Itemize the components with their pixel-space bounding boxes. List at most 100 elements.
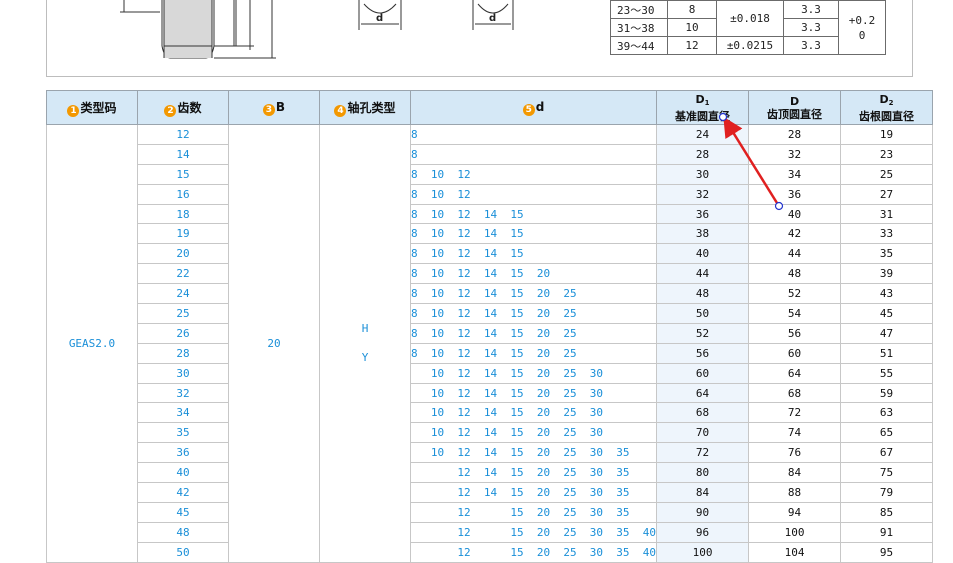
tol-cell: ±0.0215 [716, 36, 784, 55]
shaft-d-cell: 8 10 12 14 15 20 25 [409, 283, 658, 305]
table-row: 15 8 10 12 30 34 25 [47, 163, 934, 185]
reference-diameter-cell: 64 [656, 382, 750, 404]
root-diameter-cell: 91 [840, 521, 934, 543]
table-row: 34 10 12 14 15 20 25 30 68 72 63 [47, 402, 934, 424]
count-cell: 12 [667, 36, 717, 55]
reference-diameter-cell: 84 [656, 482, 750, 503]
reference-diameter-cell: 32 [656, 183, 750, 205]
tolerance-table: 23～30 8 ±0.018 3.3 +0.2 0 31～38 10 3.3 39… [610, 0, 886, 55]
tip-diameter-cell: 36 [748, 183, 842, 205]
teeth-cell: 32 [137, 382, 229, 404]
tip-diameter-cell: 104 [748, 541, 842, 563]
root-diameter-cell: 85 [840, 501, 934, 523]
shaft-d-cell: 10 12 14 15 20 25 30 35 [409, 442, 658, 464]
header-hole-type: 4 轴孔类型 [319, 90, 411, 125]
teeth-cell: 40 [137, 462, 229, 484]
teeth-cell: 16 [137, 183, 229, 205]
range-cell: 39～44 [610, 36, 668, 55]
root-diameter-cell: 33 [840, 223, 934, 245]
teeth-cell: 14 [137, 143, 229, 165]
root-diameter-cell: 63 [840, 402, 934, 424]
table-row: 35 10 12 14 15 20 25 30 70 74 65 [47, 422, 934, 444]
reference-diameter-cell: 72 [656, 442, 750, 464]
badge-1: 1 [67, 104, 80, 117]
reference-diameter-cell: 52 [656, 322, 750, 344]
table-row: 50 12 15 20 25 30 35 40 100 104 95 [47, 541, 934, 563]
tip-diameter-cell: 64 [748, 362, 842, 384]
table-row: 30 10 12 14 15 20 25 30 60 64 55 [47, 362, 934, 384]
table-row: 22 8 10 12 14 15 20 44 48 39 [47, 263, 934, 285]
badge-4: 4 [334, 104, 347, 117]
root-diameter-cell: 59 [840, 382, 934, 404]
teeth-cell: 35 [137, 422, 229, 444]
teeth-cell: 30 [137, 362, 229, 384]
teeth-cell: 42 [137, 482, 229, 503]
teeth-cell: 50 [137, 541, 229, 563]
hole-type-h: H [361, 322, 369, 336]
reference-diameter-cell: 56 [656, 342, 750, 364]
badge-3: 3 [262, 103, 275, 116]
reference-diameter-cell: 90 [656, 501, 750, 523]
root-diameter-cell: 27 [840, 183, 934, 205]
table-body: GEAS2.0 12 20 H Y 8 24 28 19 14 8 28 32 23 15 8 10 12 30… [46, 124, 934, 563]
table-row: 25 8 10 12 14 15 20 25 50 54 45 [47, 303, 934, 324]
root-diameter-cell: 55 [840, 362, 934, 384]
gear-spec-table: 1 类型码 2 齿数 3B 4 轴孔类型 5d D1 基准圆直径 D 齿顶圆直径 D2 齿根… [46, 90, 934, 563]
shaft-d-cell: 8 10 12 [409, 163, 658, 185]
shaft-d-cell: 8 10 12 14 15 [409, 243, 658, 265]
shaft-d-cell: 12 14 15 20 25 30 35 [409, 482, 658, 503]
tip-diameter-cell: 74 [748, 422, 842, 444]
reference-diameter-cell: 70 [656, 422, 750, 444]
reference-diameter-cell: 24 [656, 124, 750, 145]
table-row: GEAS2.0 12 20 H Y 8 24 28 19 [46, 124, 934, 563]
root-diameter-cell: 95 [840, 541, 934, 563]
reference-diameter-cell: 36 [656, 203, 750, 225]
tolerance-row: 23～30 8 ±0.018 3.3 +0.2 0 [610, 0, 886, 55]
shaft-d-cell: 8 10 12 14 15 20 25 [409, 303, 658, 324]
teeth-cell: 22 [137, 263, 229, 285]
header-teeth: 2 齿数 [137, 90, 229, 125]
shaft-d-cell: 8 10 12 14 15 [409, 203, 658, 225]
dim-label-d-1: d [376, 13, 383, 24]
shaft-d-cell: 10 12 14 15 20 25 30 [409, 422, 658, 444]
badge-2: 2 [164, 104, 177, 117]
shaft-d-cell: 8 10 12 14 15 20 25 [409, 342, 658, 364]
tip-diameter-cell: 72 [748, 402, 842, 424]
root-diameter-cell: 35 [840, 243, 934, 265]
root-diameter-cell: 65 [840, 422, 934, 444]
tip-diameter-cell: 100 [748, 521, 842, 543]
tip-diameter-cell: 42 [748, 223, 842, 245]
table-row: 42 12 14 15 20 25 30 35 84 88 79 [47, 482, 934, 503]
shaft-d-cell: 10 12 14 15 20 25 30 [409, 362, 658, 384]
table-row: 24 8 10 12 14 15 20 25 48 52 43 [47, 283, 934, 305]
hole-type-cell: HY [319, 124, 411, 563]
header-type-code: 1 类型码 [46, 90, 138, 125]
reference-diameter-cell: 80 [656, 462, 750, 484]
teeth-cell: 25 [137, 303, 229, 324]
tip-diameter-cell: 84 [748, 462, 842, 484]
shaft-d-cell: 12 15 20 25 30 35 40 [409, 521, 658, 543]
header-row: 1 类型码 2 齿数 3B 4 轴孔类型 5d D1 基准圆直径 D 齿顶圆直径 D2 齿根… [46, 90, 934, 125]
teeth-cell: 26 [137, 322, 229, 344]
table-row: 48 12 15 20 25 30 35 40 96 100 91 [47, 521, 934, 543]
shaft-d-cell: 8 [409, 124, 658, 145]
value-cell: 3.3 [783, 0, 839, 19]
shaft-d-cell: 12 14 15 20 25 30 35 [409, 462, 658, 484]
teeth-cell: 19 [137, 223, 229, 245]
reference-diameter-cell: 40 [656, 243, 750, 265]
tip-diameter-cell: 34 [748, 163, 842, 185]
table-row: 20 8 10 12 14 15 40 44 35 [47, 243, 934, 265]
dim-label-d-2: d [489, 13, 496, 24]
reference-diameter-cell: 96 [656, 521, 750, 543]
shaft-d-cell: 12 15 20 25 30 35 [409, 501, 658, 523]
count-cell: 10 [667, 18, 717, 37]
shaft-d-cell: 10 12 14 15 20 25 30 [409, 402, 658, 424]
badge-5: 5 [522, 103, 535, 116]
root-diameter-cell: 39 [840, 263, 934, 285]
root-diameter-cell: 47 [840, 322, 934, 344]
teeth-cell: 36 [137, 442, 229, 464]
teeth-cell: 48 [137, 521, 229, 543]
table-row: 26 8 10 12 14 15 20 25 52 56 47 [47, 322, 934, 344]
root-diameter-cell: 67 [840, 442, 934, 464]
table-row: 32 10 12 14 15 20 25 30 64 68 59 [47, 382, 934, 404]
